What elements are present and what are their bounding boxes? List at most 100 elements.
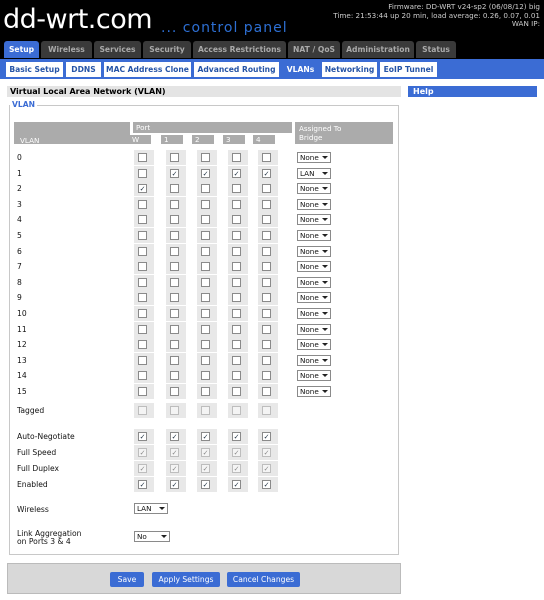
sub-tab-mac-address-clone[interactable]: MAC Address Clone: [104, 62, 191, 77]
vlan-11-port-w-checkbox[interactable]: [138, 324, 147, 334]
vlan-6-port-4-checkbox[interactable]: [262, 246, 271, 256]
vlan-7-port-3-checkbox[interactable]: [232, 262, 241, 272]
vlan-12-port-w-checkbox[interactable]: [138, 340, 147, 350]
vlan-2-port-2-checkbox[interactable]: [201, 184, 210, 194]
vlan-13-port-4-checkbox[interactable]: [262, 355, 271, 365]
main-tab-administration[interactable]: Administration: [342, 41, 414, 58]
vlan-11-port-2-checkbox[interactable]: [201, 324, 210, 334]
enabled-port-1-checkbox[interactable]: ✓: [170, 480, 179, 489]
cancel-changes-button[interactable]: Cancel Changes: [227, 572, 300, 587]
sub-tab-networking[interactable]: Networking: [322, 62, 377, 77]
vlan-7-port-4-checkbox[interactable]: [262, 262, 271, 272]
sub-tab-vlans[interactable]: VLANs: [282, 62, 319, 77]
full-duplex-port-2-checkbox[interactable]: ✓: [201, 464, 210, 473]
vlan-11-bridge-select[interactable]: None: [297, 323, 331, 335]
vlan-1-bridge-select[interactable]: LAN: [297, 167, 331, 179]
full-speed-port-4-checkbox[interactable]: ✓: [262, 448, 271, 457]
sub-tab-advanced-routing[interactable]: Advanced Routing: [194, 62, 279, 77]
apply-settings-button[interactable]: Apply Settings: [152, 572, 220, 587]
save-button[interactable]: Save: [110, 572, 144, 587]
main-tab-wireless[interactable]: Wireless: [41, 41, 92, 58]
tagged-port-w-checkbox[interactable]: [138, 406, 147, 415]
vlan-12-port-1-checkbox[interactable]: [170, 340, 179, 350]
main-tab-nat-qos[interactable]: NAT / QoS: [288, 41, 340, 58]
vlan-7-bridge-select[interactable]: None: [297, 261, 331, 273]
vlan-15-port-3-checkbox[interactable]: [232, 387, 241, 396]
enabled-port-2-checkbox[interactable]: ✓: [201, 480, 210, 489]
vlan-15-bridge-select[interactable]: None: [297, 386, 331, 397]
full-duplex-port-w-checkbox[interactable]: ✓: [138, 464, 147, 473]
wireless-bridge-select[interactable]: LAN: [134, 503, 168, 514]
vlan-3-port-2-checkbox[interactable]: [201, 199, 210, 209]
vlan-15-port-w-checkbox[interactable]: [138, 387, 147, 396]
vlan-10-port-4-checkbox[interactable]: [262, 309, 271, 318]
main-tab-services[interactable]: Services: [94, 41, 141, 58]
vlan-4-port-4-checkbox[interactable]: [262, 215, 271, 225]
enabled-port-3-checkbox[interactable]: ✓: [232, 480, 241, 489]
auto-negotiate-port-1-checkbox[interactable]: ✓: [170, 432, 179, 441]
vlan-0-port-w-checkbox[interactable]: [138, 153, 147, 162]
vlan-12-bridge-select[interactable]: None: [297, 339, 331, 351]
vlan-5-port-3-checkbox[interactable]: [232, 231, 241, 240]
sub-tab-ddns[interactable]: DDNS: [66, 62, 101, 77]
sub-tab-basic-setup[interactable]: Basic Setup: [6, 62, 63, 77]
vlan-9-port-1-checkbox[interactable]: [170, 293, 179, 303]
vlan-3-port-4-checkbox[interactable]: [262, 199, 271, 209]
vlan-15-port-2-checkbox[interactable]: [201, 387, 210, 396]
vlan-4-port-w-checkbox[interactable]: [138, 215, 147, 225]
vlan-4-port-1-checkbox[interactable]: [170, 215, 179, 225]
vlan-3-bridge-select[interactable]: None: [297, 198, 331, 210]
vlan-3-port-1-checkbox[interactable]: [170, 199, 179, 209]
vlan-1-port-w-checkbox[interactable]: [138, 168, 147, 178]
main-tab-security[interactable]: Security: [143, 41, 191, 58]
vlan-6-port-3-checkbox[interactable]: [232, 246, 241, 256]
vlan-15-port-1-checkbox[interactable]: [170, 387, 179, 396]
vlan-14-port-3-checkbox[interactable]: [232, 371, 241, 381]
vlan-5-port-2-checkbox[interactable]: [201, 231, 210, 240]
vlan-11-port-3-checkbox[interactable]: [232, 324, 241, 334]
vlan-1-port-3-checkbox[interactable]: ✓: [232, 168, 241, 178]
vlan-1-port-4-checkbox[interactable]: ✓: [262, 168, 271, 178]
vlan-6-port-1-checkbox[interactable]: [170, 246, 179, 256]
vlan-10-bridge-select[interactable]: None: [297, 308, 331, 319]
vlan-9-port-4-checkbox[interactable]: [262, 293, 271, 303]
vlan-2-port-1-checkbox[interactable]: [170, 184, 179, 194]
vlan-0-port-4-checkbox[interactable]: [262, 153, 271, 162]
tagged-port-3-checkbox[interactable]: [232, 406, 241, 415]
tagged-port-2-checkbox[interactable]: [201, 406, 210, 415]
link-aggregation-select[interactable]: No: [134, 531, 170, 542]
full-duplex-port-3-checkbox[interactable]: ✓: [232, 464, 241, 473]
vlan-6-port-2-checkbox[interactable]: [201, 246, 210, 256]
full-speed-port-2-checkbox[interactable]: ✓: [201, 448, 210, 457]
tagged-port-4-checkbox[interactable]: [262, 406, 271, 415]
tagged-port-1-checkbox[interactable]: [170, 406, 179, 415]
vlan-2-bridge-select[interactable]: None: [297, 183, 331, 195]
vlan-11-port-4-checkbox[interactable]: [262, 324, 271, 334]
vlan-6-port-w-checkbox[interactable]: [138, 246, 147, 256]
vlan-0-port-1-checkbox[interactable]: [170, 153, 179, 162]
vlan-14-port-1-checkbox[interactable]: [170, 371, 179, 381]
vlan-9-port-3-checkbox[interactable]: [232, 293, 241, 303]
vlan-0-port-2-checkbox[interactable]: [201, 153, 210, 162]
vlan-4-port-2-checkbox[interactable]: [201, 215, 210, 225]
vlan-13-port-1-checkbox[interactable]: [170, 355, 179, 365]
vlan-12-port-4-checkbox[interactable]: [262, 340, 271, 350]
vlan-13-port-3-checkbox[interactable]: [232, 355, 241, 365]
sub-tab-eoip-tunnel[interactable]: EoIP Tunnel: [380, 62, 437, 77]
vlan-4-bridge-select[interactable]: None: [297, 214, 331, 226]
vlan-1-port-2-checkbox[interactable]: ✓: [201, 168, 210, 178]
vlan-10-port-1-checkbox[interactable]: [170, 309, 179, 318]
main-tab-access-restrictions[interactable]: Access Restrictions: [193, 41, 286, 58]
full-speed-port-w-checkbox[interactable]: ✓: [138, 448, 147, 457]
vlan-2-port-3-checkbox[interactable]: [232, 184, 241, 194]
vlan-7-port-2-checkbox[interactable]: [201, 262, 210, 272]
vlan-0-port-3-checkbox[interactable]: [232, 153, 241, 162]
vlan-5-port-4-checkbox[interactable]: [262, 231, 271, 240]
vlan-9-port-w-checkbox[interactable]: [138, 293, 147, 303]
vlan-6-bridge-select[interactable]: None: [297, 245, 331, 257]
vlan-14-port-2-checkbox[interactable]: [201, 371, 210, 381]
vlan-12-port-3-checkbox[interactable]: [232, 340, 241, 350]
vlan-8-port-2-checkbox[interactable]: [201, 277, 210, 287]
vlan-3-port-w-checkbox[interactable]: [138, 199, 147, 209]
vlan-2-port-4-checkbox[interactable]: [262, 184, 271, 194]
